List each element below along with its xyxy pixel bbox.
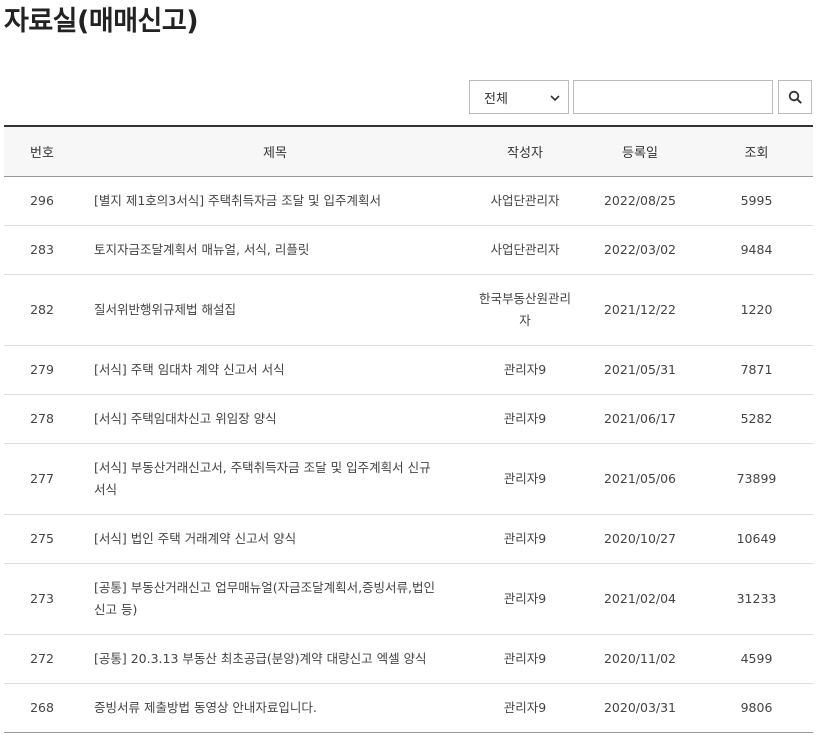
- post-author: 관리자9: [470, 514, 580, 564]
- post-date: 2020/11/02: [580, 634, 700, 684]
- table-row[interactable]: 275 [서식] 법인 주택 거래계약 신고서 양식 관리자9 2020/10/…: [4, 514, 813, 564]
- post-number: 282: [4, 274, 80, 346]
- post-date: 2021/02/04: [580, 563, 700, 635]
- table-row[interactable]: 278 [서식] 주택임대차신고 위임장 양식 관리자9 2021/06/17 …: [4, 394, 813, 444]
- post-author: 관리자9: [470, 345, 580, 395]
- post-author: 한국부동산원관리자: [470, 274, 580, 346]
- post-title-link[interactable]: 증빙서류 제출방법 동영상 안내자료입니다.: [80, 683, 470, 733]
- post-title-link[interactable]: [공통] 부동산거래신고 업무매뉴얼(자금조달계획서,증빙서류,법인신고 등): [80, 563, 470, 635]
- table-row[interactable]: 277 [서식] 부동산거래신고서, 주택취득자금 조달 및 입주계획서 신규 …: [4, 443, 813, 515]
- category-select[interactable]: 전체: [469, 80, 569, 114]
- post-views: 31233: [700, 563, 813, 635]
- search-input[interactable]: [573, 80, 773, 114]
- post-views: 5282: [700, 394, 813, 444]
- post-number: 277: [4, 443, 80, 515]
- post-date: 2020/03/31: [580, 683, 700, 733]
- post-title-link[interactable]: 토지자금조달계획서 매뉴얼, 서식, 리플릿: [80, 225, 470, 275]
- post-views: 1220: [700, 274, 813, 346]
- search-button[interactable]: [778, 80, 812, 114]
- table-row[interactable]: 282 질서위반행위규제법 해설집 한국부동산원관리자 2021/12/22 1…: [4, 274, 813, 346]
- post-number: 272: [4, 634, 80, 684]
- post-number: 273: [4, 563, 80, 635]
- category-select-value: 전체: [484, 91, 508, 107]
- table-header-row: 번호 제목 작성자 등록일 조회: [4, 126, 813, 176]
- post-number: 296: [4, 176, 80, 226]
- post-number: 283: [4, 225, 80, 275]
- post-title-link[interactable]: [서식] 주택 임대차 계약 신고서 서식: [80, 345, 470, 395]
- post-title-link[interactable]: [서식] 법인 주택 거래계약 신고서 양식: [80, 514, 470, 564]
- post-author: 관리자9: [470, 563, 580, 635]
- post-number: 278: [4, 394, 80, 444]
- post-views: 10649: [700, 514, 813, 564]
- chevron-down-icon: [550, 95, 560, 102]
- post-date: 2022/03/02: [580, 225, 700, 275]
- table-row[interactable]: 279 [서식] 주택 임대차 계약 신고서 서식 관리자9 2021/05/3…: [4, 345, 813, 395]
- column-header-views: 조회: [744, 145, 769, 161]
- column-header-title: 제목: [263, 145, 287, 161]
- post-author: 사업단관리자: [470, 225, 580, 275]
- table-row[interactable]: 296 [별지 제1호의3서식] 주택취득자금 조달 및 입주계획서 사업단관리…: [4, 176, 813, 226]
- post-title-link[interactable]: [서식] 주택임대차신고 위임장 양식: [80, 394, 470, 444]
- post-number: 268: [4, 683, 80, 733]
- post-author: 관리자9: [470, 634, 580, 684]
- post-views: 9806: [700, 683, 813, 733]
- post-date: 2021/12/22: [580, 274, 700, 346]
- post-views: 73899: [700, 443, 813, 515]
- table-row[interactable]: 273 [공통] 부동산거래신고 업무매뉴얼(자금조달계획서,증빙서류,법인신고…: [4, 563, 813, 635]
- post-date: 2022/08/25: [580, 176, 700, 226]
- post-author: 관리자9: [470, 443, 580, 515]
- post-author: 관리자9: [470, 394, 580, 444]
- page-title: 자료실(매매신고): [4, 6, 199, 37]
- post-author: 관리자9: [470, 683, 580, 733]
- table-row[interactable]: 272 [공통] 20.3.13 부동산 최초공급(분양)계약 대량신고 엑셀 …: [4, 634, 813, 684]
- post-title-link[interactable]: [별지 제1호의3서식] 주택취득자금 조달 및 입주계획서: [80, 176, 470, 226]
- search-bar: 전체: [469, 80, 812, 114]
- column-header-no: 번호: [30, 145, 54, 161]
- post-number: 279: [4, 345, 80, 395]
- table-row[interactable]: 283 토지자금조달계획서 매뉴얼, 서식, 리플릿 사업단관리자 2022/0…: [4, 225, 813, 275]
- board-table: 번호 제목 작성자 등록일 조회 296 [별지 제1호의3서식] 주택취득자금…: [4, 125, 813, 733]
- search-icon: [788, 90, 802, 104]
- post-views: 7871: [700, 345, 813, 395]
- post-date: 2021/06/17: [580, 394, 700, 444]
- post-title-link[interactable]: [서식] 부동산거래신고서, 주택취득자금 조달 및 입주계획서 신규 서식: [80, 443, 470, 515]
- post-number: 275: [4, 514, 80, 564]
- post-author: 사업단관리자: [470, 176, 580, 226]
- post-date: 2020/10/27: [580, 514, 700, 564]
- column-header-date: 등록일: [622, 145, 658, 161]
- post-date: 2021/05/06: [580, 443, 700, 515]
- table-row[interactable]: 268 증빙서류 제출방법 동영상 안내자료입니다. 관리자9 2020/03/…: [4, 683, 813, 733]
- post-views: 9484: [700, 225, 813, 275]
- post-title-link[interactable]: 질서위반행위규제법 해설집: [80, 274, 470, 346]
- post-views: 4599: [700, 634, 813, 684]
- post-views: 5995: [700, 176, 813, 226]
- column-header-author: 작성자: [507, 145, 543, 161]
- post-date: 2021/05/31: [580, 345, 700, 395]
- post-title-link[interactable]: [공통] 20.3.13 부동산 최초공급(분양)계약 대량신고 엑셀 양식: [80, 634, 470, 684]
